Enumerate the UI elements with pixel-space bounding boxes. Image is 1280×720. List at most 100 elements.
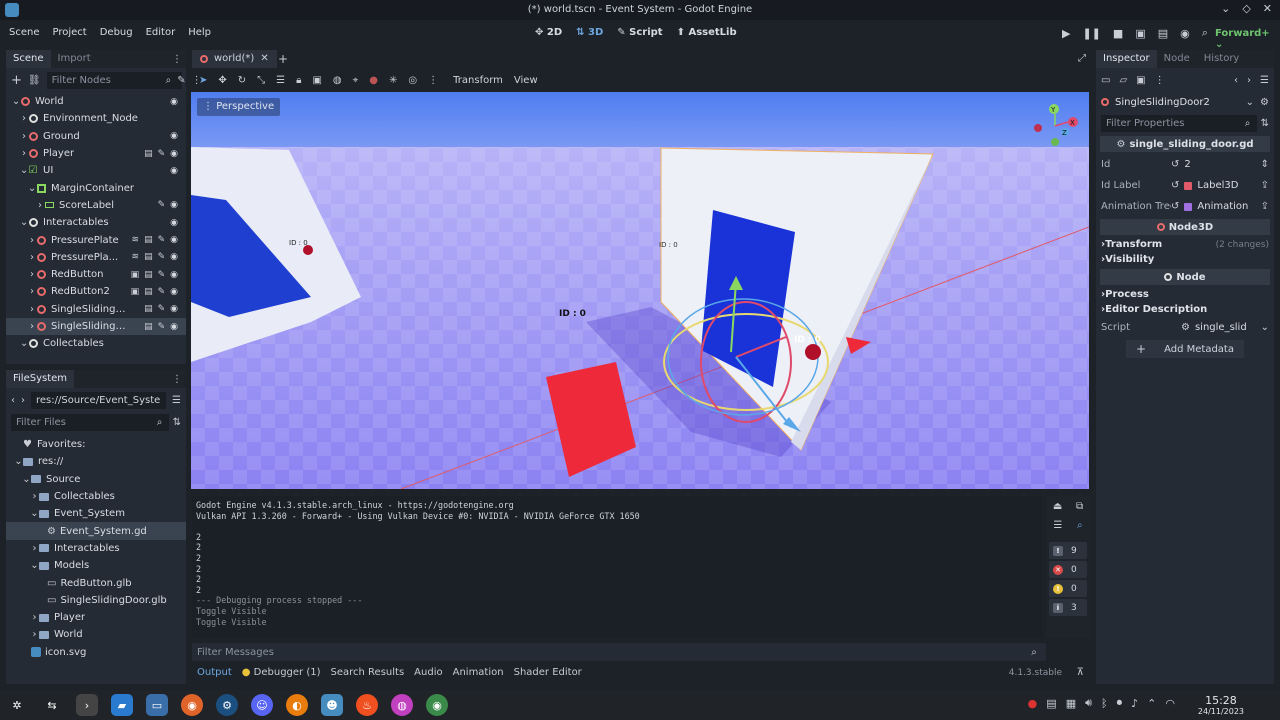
category-transform[interactable]: › Transform (2 changes) (1096, 237, 1274, 252)
film-icon[interactable]: ▤ (144, 287, 153, 297)
prop-animation-tree[interactable]: Animation Tree ↺ Animation ⇪ (1096, 196, 1274, 217)
scene-node[interactable]: ⌄ Interactables ◉ (6, 214, 186, 231)
play-icon[interactable]: ▶ (1062, 27, 1070, 40)
discord-icon[interactable]: ☺ (251, 694, 273, 716)
close-icon[interactable]: ✕ (1263, 2, 1272, 15)
tab-node[interactable]: Node (1157, 50, 1197, 68)
group-icon[interactable]: ▣ (131, 270, 140, 280)
script-icon[interactable]: ✎ (158, 270, 166, 280)
play-scene-icon[interactable]: ▣ (1135, 27, 1145, 40)
script-icon[interactable]: ✎ (158, 287, 166, 297)
minimize-icon[interactable]: ⌄ (1221, 2, 1230, 15)
tab-inspector[interactable]: Inspector (1096, 50, 1157, 68)
script-icon[interactable]: ✎ (158, 235, 166, 245)
expand-arrow-icon[interactable]: › (28, 269, 36, 280)
tab-search-results[interactable]: Search Results (331, 664, 405, 682)
blender-icon[interactable]: ◐ (286, 694, 308, 716)
menu-scene[interactable]: Scene (9, 27, 40, 38)
snap-icon[interactable]: ⌖ (353, 75, 359, 86)
add-scene-tab-icon[interactable]: + (278, 52, 288, 66)
filesystem-item[interactable]: ⌄ Source (6, 471, 186, 488)
workspace-assetlib[interactable]: ⬆ AssetLib (677, 27, 737, 38)
assign-icon[interactable]: ⇪ (1261, 180, 1269, 191)
maximize-icon[interactable]: ◇ (1242, 2, 1250, 15)
more-icon[interactable]: ⋮ (428, 75, 438, 86)
scale-tool-icon[interactable]: ⤡ (257, 75, 265, 86)
assign-icon[interactable]: ⇪ (1261, 201, 1269, 212)
sun-icon[interactable]: ✳ (389, 75, 397, 86)
tools-icon[interactable]: ⚙ (1260, 97, 1269, 108)
expand-tray-icon[interactable]: ⌃ (1147, 697, 1156, 710)
tab-output[interactable]: Output (197, 664, 232, 682)
filesystem-item[interactable]: › Player (6, 609, 186, 626)
workspace-3d[interactable]: ⇅ 3D (576, 27, 603, 38)
network-icon[interactable]: ◠ (1165, 697, 1175, 710)
search-icon[interactable]: ⌕ (1077, 520, 1083, 531)
tab-audio[interactable]: Audio (414, 664, 442, 682)
volume-icon[interactable]: 🔊︎ (1085, 696, 1092, 710)
copy-icon[interactable]: ⧉ (1076, 501, 1083, 512)
record-icon[interactable]: ● (1028, 697, 1038, 710)
close-tab-icon[interactable]: ✕ (260, 50, 268, 68)
object-selector[interactable]: SingleSlidingDoor2 (1115, 97, 1240, 108)
film-icon[interactable]: ▤ (144, 322, 153, 332)
scene-node[interactable]: › Player ▤ ✎ ◉ (6, 145, 186, 162)
signal-icon[interactable]: ≋ (132, 252, 140, 262)
expand-arrow-icon[interactable]: › (28, 304, 36, 315)
filesystem-item[interactable]: › World (6, 626, 186, 643)
expand-arrow-icon[interactable]: ⌄ (30, 508, 39, 519)
transform-menu[interactable]: Transform (453, 75, 503, 86)
expand-arrow-icon[interactable]: ⌄ (28, 183, 36, 194)
visibility-eye-icon[interactable]: ◉ (170, 304, 178, 314)
film-icon[interactable]: ▤ (144, 270, 153, 280)
menu-editor[interactable]: Editor (146, 27, 176, 38)
menu-help[interactable]: Help (188, 27, 211, 38)
category-visibility[interactable]: › Visibility (1096, 252, 1274, 267)
task-manager-icon[interactable]: ⇆ (41, 694, 63, 716)
add-node-icon[interactable]: + (11, 73, 22, 88)
remote-debug-icon[interactable]: ⌕ (1202, 26, 1208, 40)
script-icon[interactable]: ✎ (158, 200, 166, 210)
list-tool-icon[interactable]: ☰ (276, 75, 285, 86)
group-icon[interactable]: ▣ (312, 75, 321, 86)
filter-icon[interactable]: ☰ (1053, 520, 1062, 531)
open-folder-icon[interactable]: ▱ (1119, 75, 1127, 86)
film-icon[interactable]: ▤ (144, 149, 153, 159)
prop-id-label[interactable]: Id Label ↺ Label3D ⇪ (1096, 175, 1274, 196)
godot-icon[interactable]: ☻ (321, 694, 343, 716)
expand-arrow-icon[interactable]: › (30, 491, 39, 502)
scene-node[interactable]: ⌄ World ◉ (6, 93, 186, 110)
clear-icon[interactable]: ⏏ (1053, 501, 1062, 512)
expand-arrow-icon[interactable]: › (28, 235, 36, 246)
spinner-icon[interactable]: ⇕ (1261, 159, 1269, 170)
filter-nodes-input[interactable] (46, 71, 182, 89)
tab-animation[interactable]: Animation (453, 664, 504, 682)
scene-node[interactable]: ⌄ MarginContainer (6, 179, 186, 196)
script-icon[interactable]: ✎ (158, 304, 166, 314)
message-counter[interactable]: i3 (1049, 599, 1087, 616)
scene-node[interactable]: › Environment_Node (6, 110, 186, 127)
terminal-icon[interactable]: › (76, 694, 98, 716)
expand-arrow-icon[interactable]: › (28, 252, 36, 263)
filter-messages-input[interactable] (192, 643, 1046, 661)
menu-project[interactable]: Project (53, 27, 87, 38)
history-back-icon[interactable]: ‹ (1234, 75, 1238, 86)
notifications-icon[interactable]: ▦ (1066, 697, 1076, 710)
bluetooth-icon[interactable]: ᛒ (1101, 697, 1108, 710)
script-icon[interactable]: ✎ (158, 252, 166, 262)
expand-arrow-icon[interactable]: ⌄ (30, 560, 39, 571)
film-icon[interactable]: ▤ (144, 304, 153, 314)
camera-icon[interactable]: ● (369, 75, 378, 86)
distraction-free-icon[interactable]: ⤢ (1078, 53, 1086, 64)
local-space-icon[interactable]: ◍ (333, 75, 342, 86)
prop-id[interactable]: Id ↺ 2 ⇕ (1096, 154, 1274, 175)
object-properties-icon[interactable]: ☰ (1260, 75, 1269, 86)
workspace-script[interactable]: ✎ Script (617, 27, 662, 38)
scene-node[interactable]: › PressurePlate ≋ ▤ ✎ ◉ (6, 231, 186, 248)
expand-arrow-icon[interactable]: › (28, 286, 36, 297)
scene-node[interactable]: ⌄ ☑ UI ◉ (6, 162, 186, 179)
back-icon[interactable]: ‹ (11, 395, 15, 406)
visibility-eye-icon[interactable]: ◉ (170, 166, 178, 176)
tab-shader-editor[interactable]: Shader Editor (514, 664, 582, 682)
scene-node[interactable]: › Ground ◉ (6, 128, 186, 145)
